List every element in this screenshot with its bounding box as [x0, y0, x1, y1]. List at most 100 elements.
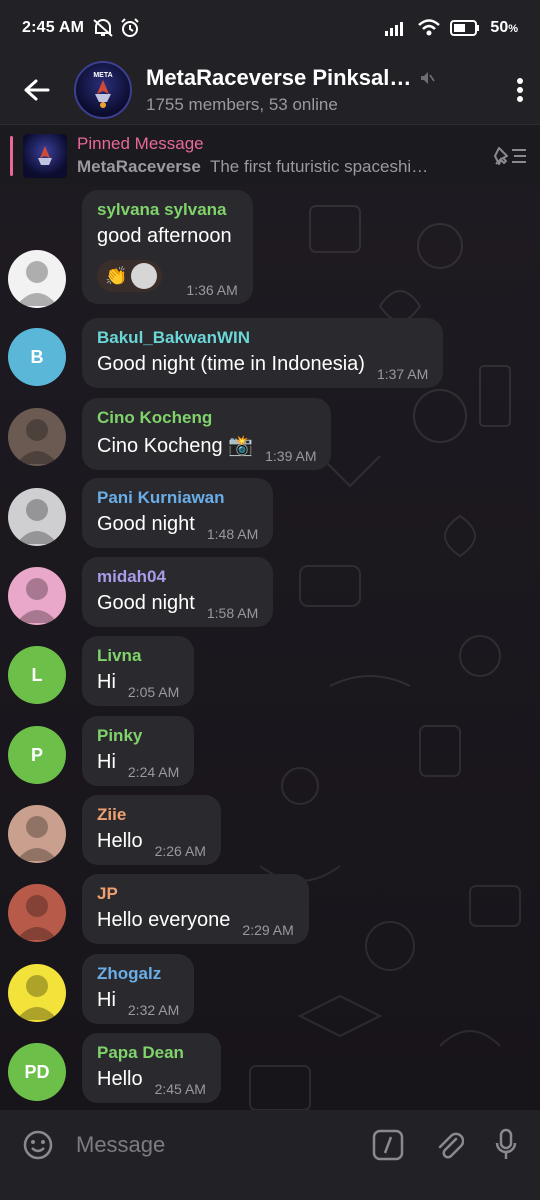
message-text: Hello: [97, 1068, 143, 1090]
avatar-initials: B: [30, 346, 44, 367]
message-bubble[interactable]: JP Hello everyone 2:29 AM: [82, 874, 309, 944]
message-bubble[interactable]: sylvana sylvana good afternoon 👏 1:36 AM: [82, 190, 253, 304]
avatar-photo-icon: [16, 499, 58, 544]
message-time: 2:32 AM: [127, 1002, 180, 1018]
sender-avatar[interactable]: [8, 488, 66, 546]
message-time: 2:45 AM: [154, 1081, 206, 1097]
message-sender[interactable]: JP: [97, 884, 294, 904]
menu-button[interactable]: [500, 56, 540, 124]
dots-vertical-icon: [517, 78, 523, 102]
chat-title[interactable]: MetaRaceverse Pinksal…: [146, 65, 411, 91]
message-text: Hello: [97, 830, 143, 852]
arrow-left-icon: [24, 79, 50, 101]
wifi-icon: [418, 19, 441, 36]
sender-avatar[interactable]: [8, 250, 66, 308]
avatar-photo-icon: [16, 816, 58, 861]
message-text: Good night (time in Indonesia): [97, 353, 365, 375]
message-bubble[interactable]: Pani Kurniawan Good night 1:48 AM: [82, 478, 274, 548]
sender-avatar[interactable]: [8, 964, 66, 1022]
message-text: Hi: [97, 989, 116, 1011]
message-bubble[interactable]: Pinky Hi 2:24 AM: [82, 716, 195, 786]
pinned-text: The first futuristic spaceshi…: [209, 157, 429, 176]
back-button[interactable]: [0, 56, 74, 124]
message-time: 2:29 AM: [242, 922, 294, 938]
pinned-indicator: [10, 135, 13, 176]
message-composer: Message: [0, 1110, 540, 1180]
message-input[interactable]: Message: [76, 1132, 372, 1158]
pinned-preview: MetaRaceverse The first futuristic space…: [77, 157, 480, 177]
sender-avatar[interactable]: P: [8, 726, 66, 784]
message-sender[interactable]: sylvana sylvana: [97, 200, 238, 220]
do-not-disturb-icon: [93, 19, 113, 37]
system-nav-bar: [0, 1180, 540, 1200]
avatar-photo-icon: [16, 578, 58, 623]
reactor-avatar: [131, 263, 158, 289]
pinned-list-button[interactable]: [480, 144, 540, 168]
message-sender[interactable]: Zhogalz: [97, 964, 179, 984]
sender-avatar[interactable]: L: [8, 646, 66, 704]
sender-avatar[interactable]: PD: [8, 1043, 66, 1101]
message-time: 1:58 AM: [206, 605, 259, 621]
message-bubble[interactable]: Papa Dean Hello 2:45 AM: [82, 1033, 221, 1103]
battery-percent: 50%: [490, 19, 518, 36]
message-sender[interactable]: Ziie: [97, 805, 206, 825]
message-bubble[interactable]: Zhogalz Hi 2:32 AM: [82, 954, 195, 1024]
message-bubble[interactable]: Cino Kocheng Cino Kocheng 📸 1:39 AM: [82, 398, 332, 470]
pinned-thumbnail: [23, 133, 67, 178]
message-text: Hi: [97, 671, 116, 693]
spaceship-thumb-icon: [38, 145, 52, 165]
alarm-icon: [121, 18, 139, 37]
pinned-title: Pinned Message: [77, 134, 204, 153]
smile-icon: [23, 1130, 53, 1160]
message-text: good afternoon: [97, 225, 232, 247]
signal-icon: [385, 22, 404, 36]
message-list[interactable]: sylvana sylvana good afternoon 👏 1:36 AM B Ba…: [0, 186, 540, 1110]
message-time: 1:37 AM: [376, 366, 429, 382]
pinned-sender: MetaRaceverse: [77, 157, 201, 176]
reaction-emoji: 👏: [105, 265, 128, 286]
sender-avatar[interactable]: [8, 408, 66, 466]
reaction-chip[interactable]: 👏: [97, 260, 163, 292]
spaceship-logo-icon: META: [93, 72, 113, 108]
avatar-photo-icon: [16, 975, 58, 1020]
message-time: 1:39 AM: [265, 448, 317, 464]
message-bubble[interactable]: Ziie Hello 2:26 AM: [82, 795, 221, 865]
message-text: Good night: [97, 592, 195, 614]
message-bubble[interactable]: Bakul_BakwanWIN Good night (time in Indon…: [82, 318, 444, 388]
message-text: Hello everyone: [97, 909, 231, 931]
pinned-message-bar[interactable]: Pinned Message MetaRaceverse The first f…: [0, 124, 540, 186]
message-text: Good night: [97, 513, 195, 535]
sender-avatar[interactable]: B: [8, 328, 66, 386]
group-avatar[interactable]: META: [74, 61, 132, 119]
message-time: 2:26 AM: [154, 843, 206, 859]
sender-avatar[interactable]: [8, 567, 66, 625]
message-sender[interactable]: Papa Dean: [97, 1043, 206, 1063]
logo-text-top: META: [93, 72, 112, 79]
microphone-icon[interactable]: [494, 1128, 518, 1162]
message-bubble[interactable]: Livna Hi 2:05 AM: [82, 636, 195, 706]
message-text: Cino Kocheng 📸: [97, 435, 254, 457]
battery-icon: [450, 20, 480, 36]
message-sender[interactable]: Livna: [97, 646, 179, 666]
status-bar: 2:45 AM 50%: [0, 0, 540, 56]
message-text: Hi: [97, 751, 116, 773]
slash-icon[interactable]: [372, 1129, 404, 1161]
message-sender[interactable]: Bakul_BakwanWIN: [97, 328, 428, 348]
paperclip-icon[interactable]: [434, 1129, 464, 1161]
avatar-initials: L: [31, 664, 43, 685]
message-time: 1:36 AM: [186, 282, 238, 298]
emoji-button[interactable]: [0, 1129, 76, 1161]
status-time: 2:45 AM: [22, 19, 85, 36]
sender-avatar[interactable]: [8, 805, 66, 863]
pin-list-icon: [494, 146, 526, 165]
message-time: 1:48 AM: [206, 526, 259, 542]
message-sender[interactable]: midah04: [97, 567, 258, 587]
message-bubble[interactable]: midah04 Good night 1:58 AM: [82, 557, 274, 627]
avatar-photo-icon: [16, 895, 58, 940]
message-sender[interactable]: Pinky: [97, 726, 179, 746]
message-sender[interactable]: Cino Kocheng: [97, 408, 316, 428]
message-time: 2:24 AM: [127, 764, 180, 780]
mute-icon: [421, 72, 436, 84]
message-sender[interactable]: Pani Kurniawan: [97, 488, 258, 508]
sender-avatar[interactable]: [8, 884, 66, 942]
